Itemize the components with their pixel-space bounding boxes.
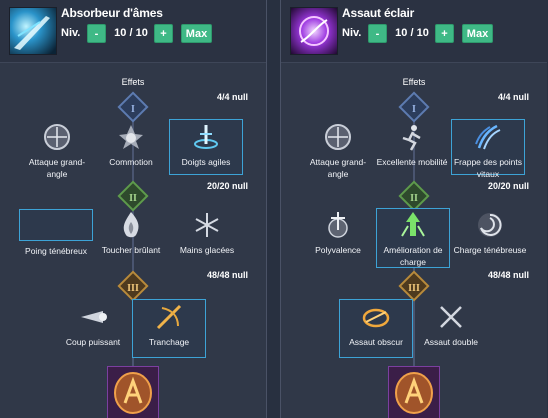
level-decrease-button[interactable]: - <box>368 24 387 43</box>
effect-label: Commotion <box>109 157 153 167</box>
tier-3-points: 48/48 null <box>487 270 529 280</box>
effect-node-selected[interactable]: Assaut obscur <box>339 299 413 358</box>
agile-fingers-icon <box>194 125 218 149</box>
effects-label: Effets <box>402 77 426 87</box>
skill-title: Assaut éclair <box>342 6 415 20</box>
level-increase-button[interactable]: + <box>154 24 173 43</box>
dark-fist-icon <box>51 216 62 238</box>
wide-angle-attack-icon <box>325 124 351 150</box>
charge-upgrade-icon <box>401 212 425 237</box>
effect-node[interactable]: Assaut double <box>414 302 488 348</box>
effect-label: Doigts agiles <box>181 157 231 167</box>
effect-node[interactable]: Polyvalence <box>301 210 375 256</box>
effect-label: Attaque grand-angle <box>28 157 86 179</box>
level-max-button[interactable]: Max <box>462 24 493 43</box>
effects-label: Effets <box>121 77 145 87</box>
panel-divider-scrollbar[interactable] <box>266 0 281 418</box>
rune-icon <box>388 366 440 418</box>
level-decrease-button[interactable]: - <box>87 24 106 43</box>
effect-node-selected[interactable]: Doigts agiles <box>169 119 243 175</box>
flash-assault-skill-icon <box>290 7 338 55</box>
skill-panel-right: Assaut éclair Niv. - 10 / 10 + Max Effet… <box>281 0 547 418</box>
effect-label: Assaut obscur <box>349 337 403 347</box>
level-label: Niv. <box>342 27 362 39</box>
rune-icon <box>107 366 159 418</box>
slashing-icon <box>156 304 182 330</box>
effect-node[interactable]: Commotion <box>94 122 168 168</box>
dark-assault-icon <box>362 308 390 328</box>
wide-angle-attack-icon <box>44 124 70 150</box>
tier-2-points: 20/20 null <box>206 181 248 191</box>
effect-node[interactable]: Attaque grand-angle <box>301 122 375 180</box>
skill-panel-left: Absorbeur d'âmes Niv. - 10 / 10 + Max Ef… <box>0 0 266 418</box>
tier-2-points: 20/20 null <box>487 181 529 191</box>
effect-node[interactable]: Toucher brûlant <box>94 210 168 256</box>
effect-label: Toucher brûlant <box>101 245 161 255</box>
effect-label: Frappe des points vitaux <box>453 157 523 179</box>
level-value: 10 / 10 <box>114 27 148 39</box>
effect-label: Coup puissant <box>65 337 121 347</box>
tier-3-numeral: III <box>408 282 420 294</box>
effect-label: Amélioration de charge <box>383 245 443 267</box>
double-assault-icon <box>440 306 462 328</box>
frozen-hands-icon <box>195 213 219 237</box>
effect-node[interactable]: Charge ténébreuse <box>453 210 527 256</box>
effect-node[interactable]: Mains glacées <box>170 210 244 256</box>
tier-2-badge: II <box>117 180 149 212</box>
level-value: 10 / 10 <box>395 27 429 39</box>
tier-3-badge: III <box>398 270 430 302</box>
skill-header: Assaut éclair Niv. - 10 / 10 + Max <box>281 0 547 63</box>
tier-1-points: 4/4 null <box>216 92 248 102</box>
level-max-button[interactable]: Max <box>181 24 212 43</box>
effect-label: Assaut double <box>424 337 478 347</box>
tier-2-numeral: II <box>410 192 418 204</box>
skill-header: Absorbeur d'âmes Niv. - 10 / 10 + Max <box>0 0 266 63</box>
tier-1-points: 4/4 null <box>497 92 529 102</box>
effect-node[interactable]: Attaque grand-angle <box>20 122 94 180</box>
soul-absorber-skill-icon <box>9 7 57 55</box>
tier-3-badge: III <box>117 270 149 302</box>
tier-3-points: 48/48 null <box>206 270 248 280</box>
tier-2-badge: II <box>398 180 430 212</box>
tier-3-numeral: III <box>127 282 139 294</box>
effect-label: Polyvalence <box>315 245 361 255</box>
effect-label: Mains glacées <box>179 245 235 255</box>
tier-1-badge: I <box>398 91 430 123</box>
dark-charge-icon <box>478 213 502 237</box>
tier-1-badge: I <box>117 91 149 123</box>
effect-label: Excellente mobilité <box>376 157 448 167</box>
effect-node-selected[interactable]: Frappe des points vitaux <box>451 119 525 179</box>
effect-node-selected[interactable]: Poing ténébreux <box>19 209 93 256</box>
effect-node-selected[interactable]: Tranchage <box>132 299 206 358</box>
tier-1-numeral: I <box>131 103 135 115</box>
powerful-strike-icon <box>81 311 107 323</box>
concussion-icon <box>119 125 143 149</box>
skill-title: Absorbeur d'âmes <box>61 6 163 20</box>
effect-node[interactable]: Coup puissant <box>56 302 130 348</box>
vital-points-strike-icon <box>475 124 501 150</box>
versatility-icon <box>328 212 348 238</box>
effect-node[interactable]: Excellente mobilité <box>375 122 449 168</box>
effect-node-selected[interactable]: Amélioration de charge <box>376 208 450 268</box>
excellent-mobility-icon <box>402 125 421 151</box>
effect-label: Charge ténébreuse <box>453 245 527 255</box>
level-increase-button[interactable]: + <box>435 24 454 43</box>
burning-touch-icon <box>123 212 139 238</box>
tier-2-numeral: II <box>129 192 137 204</box>
effect-label: Attaque grand-angle <box>309 157 367 179</box>
effect-label: Tranchage <box>148 337 190 347</box>
tier-1-numeral: I <box>412 103 416 115</box>
effect-label: Poing ténébreux <box>25 246 87 256</box>
level-label: Niv. <box>61 27 81 39</box>
